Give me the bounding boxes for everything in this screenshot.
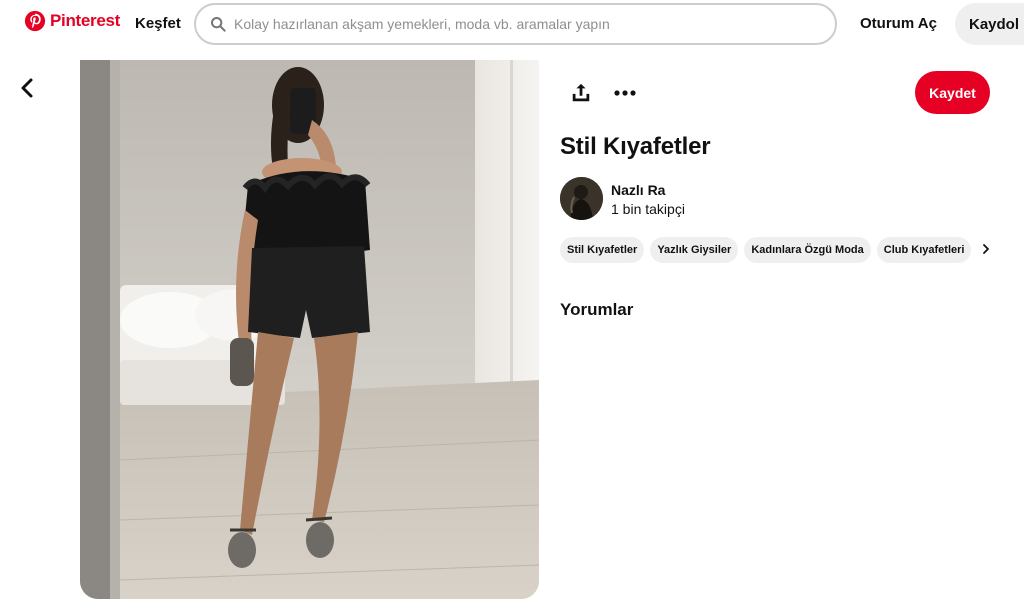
author-name[interactable]: Nazlı Ra (611, 182, 665, 198)
avatar-image (560, 177, 603, 220)
search-input[interactable] (234, 16, 814, 32)
author-followers: 1 bin takipçi (611, 201, 685, 217)
pin-title: Stil Kıyafetler (560, 133, 711, 160)
pinterest-logo-icon (24, 10, 46, 32)
pin-image[interactable] (80, 60, 539, 599)
signup-button[interactable]: Kaydol (955, 3, 1024, 45)
chevron-left-icon[interactable] (16, 76, 40, 100)
tag-list: Stil Kıyafetler Yazlık Giysiler Kadınlar… (560, 237, 980, 263)
tag-chip[interactable]: Stil Kıyafetler (560, 237, 645, 263)
comments-heading: Yorumlar (560, 300, 634, 319)
search-bar[interactable] (194, 3, 837, 45)
pin-photo-illustration (80, 60, 539, 599)
more-icon[interactable] (612, 82, 638, 104)
search-icon (211, 17, 226, 32)
pinterest-logo[interactable]: Pinterest (24, 10, 120, 32)
author-avatar[interactable] (560, 177, 603, 220)
login-button[interactable]: Oturum Aç (860, 15, 937, 32)
tag-chip[interactable]: Yazlık Giysiler (650, 237, 739, 263)
chevron-right-icon[interactable] (980, 241, 992, 257)
share-icon[interactable] (570, 82, 592, 104)
logo-text: Pinterest (50, 11, 121, 30)
nav-explore-link[interactable]: Keşfet (135, 15, 181, 32)
tag-chip[interactable]: Kadınlara Özgü Moda (744, 237, 871, 263)
tag-chip[interactable]: Club Kıyafetleri (876, 237, 972, 263)
save-button[interactable]: Kaydet (915, 71, 990, 114)
top-header: Pinterest Keşfet Oturum Aç Kaydol (0, 0, 1024, 48)
